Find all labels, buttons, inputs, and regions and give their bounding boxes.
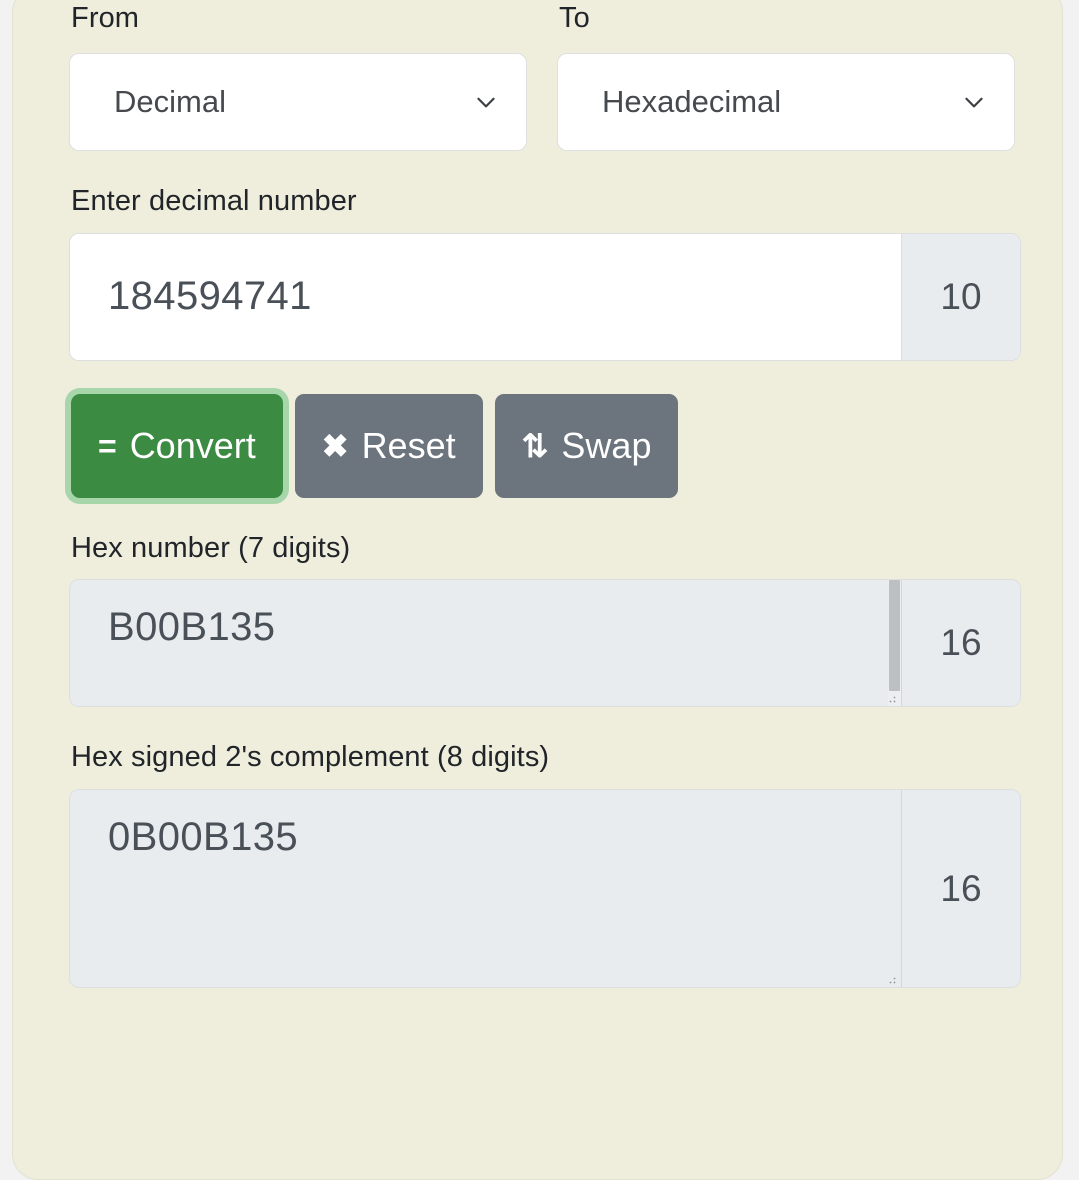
reset-button[interactable]: ✖ Reset [294, 393, 483, 498]
swap-arrows-icon: ⇅ [521, 427, 549, 464]
hex-number-base-badge: 16 [902, 580, 1020, 707]
decimal-input-group: 184594741 10 [69, 232, 1021, 361]
reset-button-label: Reset [361, 424, 456, 466]
hex-signed-output[interactable]: 0B00B135 [70, 790, 902, 988]
equals-icon: = [98, 427, 117, 464]
input-base-badge: 10 [901, 233, 1020, 360]
decimal-input[interactable]: 184594741 [70, 233, 901, 360]
to-base-value: Hexadecimal [602, 83, 782, 119]
to-base-select[interactable]: Hexadecimal [557, 52, 1015, 151]
resize-grip-icon[interactable] [888, 695, 897, 704]
scrollbar-thumb[interactable] [889, 580, 900, 692]
chevron-down-icon [961, 89, 987, 115]
from-base-value: Decimal [114, 83, 226, 119]
input-label: Enter decimal number [71, 184, 357, 217]
action-buttons: = Convert ✖ Reset ⇅ Swap [71, 393, 1021, 498]
hex-number-value: B00B135 [108, 605, 276, 650]
hex-signed-label: Hex signed 2's complement (8 digits) [71, 741, 550, 774]
hex-signed-value: 0B00B135 [108, 815, 299, 860]
resize-grip-icon[interactable] [888, 976, 897, 985]
converter-card: From Decimal To Hexadecimal Enter decima… [12, 0, 1063, 1180]
to-base-group: To Hexadecimal [557, 1, 1015, 151]
convert-button-label: Convert [129, 424, 256, 466]
from-base-select[interactable]: Decimal [69, 52, 527, 151]
hex-number-group: B00B135 16 [69, 579, 1021, 708]
from-base-group: From Decimal [69, 1, 527, 151]
base-select-row: From Decimal To Hexadecimal [69, 1, 1021, 151]
hex-number-output[interactable]: B00B135 [70, 580, 902, 707]
swap-button-label: Swap [561, 424, 652, 466]
to-label: To [559, 2, 590, 34]
converter-form: From Decimal To Hexadecimal Enter decima… [69, 1, 1021, 989]
from-label: From [71, 2, 140, 34]
hex-signed-group: 0B00B135 16 [69, 789, 1021, 989]
hex-signed-base-badge: 16 [902, 790, 1020, 988]
convert-button[interactable]: = Convert [71, 393, 283, 498]
swap-button[interactable]: ⇅ Swap [494, 393, 679, 498]
close-x-icon: ✖ [321, 427, 349, 464]
chevron-down-icon [473, 89, 499, 115]
hex-number-label: Hex number (7 digits) [71, 531, 351, 564]
hex-number-scrollbar[interactable] [888, 580, 901, 707]
